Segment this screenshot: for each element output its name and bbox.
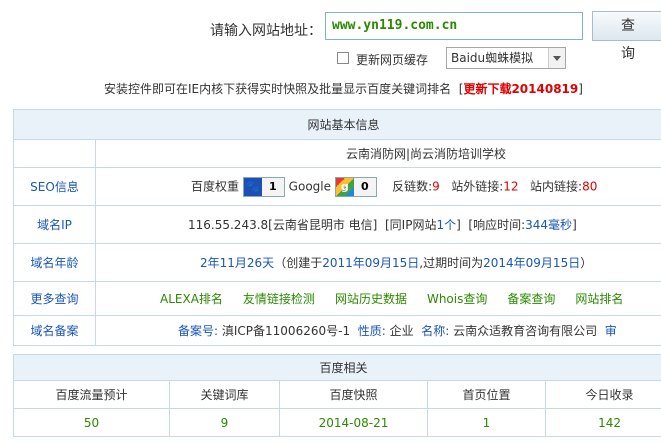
update-download-link[interactable]: 更新下载20140819 xyxy=(463,82,578,96)
baidu-weight-badge[interactable]: 🐾 1 xyxy=(242,176,285,197)
icp-number-label: 备案号: xyxy=(178,324,219,338)
more-query-label: 更多查询 xyxy=(13,281,96,316)
chevron-down-icon[interactable] xyxy=(548,48,565,68)
url-input[interactable]: www.yn119.com.cn xyxy=(325,12,583,40)
reverse-links-label: 反链数: xyxy=(392,179,433,193)
same-ip-prefix: [同IP网站 xyxy=(384,218,437,232)
col-baidu-snapshot: 百度快照 xyxy=(279,380,428,409)
icp-name-value: 云南众适教育咨询有限公司 xyxy=(453,324,598,338)
url-label: 请输入网站地址： xyxy=(210,23,322,39)
icp-number-value: 滇ICP备11006260号-1 xyxy=(221,324,351,338)
age-suffix: ） xyxy=(580,256,593,270)
google-pr-value: 0 xyxy=(361,179,369,193)
baidu-related-header: 百度相关 xyxy=(12,354,661,381)
reverse-links-value[interactable]: 9 xyxy=(432,179,440,193)
ua-selected-value: Baidu蜘蛛模拟 xyxy=(451,51,534,65)
seo-info-label: SEO信息 xyxy=(13,167,96,206)
install-notice-text: 安装控件即可在IE内核下获得实时快照及批量显示百度关键词排名 xyxy=(104,82,452,96)
domain-age-cell: 2年11月26天（创建于2011年09月15日,过期时间为2014年09月15日… xyxy=(94,243,661,282)
friend-link-check-link[interactable]: 友情链接检测 xyxy=(243,292,315,306)
icp-nature-value: 企业 xyxy=(389,324,414,338)
basic-info-header: 网站基本信息 xyxy=(12,109,661,140)
domain-icp-label: 域名备案 xyxy=(13,315,96,346)
blank-cell xyxy=(13,139,96,168)
domain-age-value: 2年11月26天 xyxy=(200,256,275,270)
created-date: 2011年09月15日 xyxy=(322,256,420,270)
more-query-cell: ALEXA排名 友情链接检测 网站历史数据 Whois查询 备案查询 网站排名 xyxy=(94,281,661,316)
refresh-cache-label: 更新网页缓存 xyxy=(356,53,429,67)
expire-prefix: ,过期时间为 xyxy=(419,256,484,270)
alexa-rank-link[interactable]: ALEXA排名 xyxy=(160,292,223,306)
response-prefix: [响应时间: xyxy=(468,218,526,232)
site-history-link[interactable]: 网站历史数据 xyxy=(335,292,407,306)
site-title: 云南消防网|尚云消防培训学校 xyxy=(346,147,507,161)
baidu-related-table: 百度相关 百度流量预计 关键词库 百度快照 首页位置 今日收录 50 9 201… xyxy=(12,354,661,437)
same-ip-count[interactable]: 1个 xyxy=(436,218,456,232)
icp-name-label: 名称: xyxy=(421,324,450,338)
icp-query-link[interactable]: 备案查询 xyxy=(507,292,555,306)
traffic-estimate-value: 50 xyxy=(13,408,170,437)
response-suffix: ] xyxy=(572,218,577,232)
outbound-links-label: 站外链接: xyxy=(451,179,504,193)
site-title-cell: 云南消防网|尚云消防培训学校 xyxy=(94,139,661,168)
baidu-weight-value: 1 xyxy=(269,179,277,193)
keyword-library-value[interactable]: 9 xyxy=(169,408,280,437)
google-icon: g xyxy=(335,177,354,196)
whois-link[interactable]: Whois查询 xyxy=(427,292,487,306)
refresh-cache-checkbox[interactable] xyxy=(337,52,349,64)
google-label: Google xyxy=(288,179,331,193)
col-traffic-estimate: 百度流量预计 xyxy=(13,380,170,409)
baidu-weight-label: 百度权重 xyxy=(191,179,240,193)
baidu-snapshot-value[interactable]: 2014-08-21 xyxy=(279,408,428,437)
basic-info-table: 网站基本信息 云南消防网|尚云消防培训学校 SEO信息 百度权重 🐾 1 Goog… xyxy=(12,109,661,346)
outbound-links-value[interactable]: 12 xyxy=(503,179,518,193)
today-indexed-value[interactable]: 142 xyxy=(544,408,661,437)
col-home-position: 首页位置 xyxy=(427,380,546,409)
ua-select[interactable]: Baidu蜘蛛模拟 xyxy=(446,47,566,69)
google-pr-badge[interactable]: g0 xyxy=(334,176,377,197)
icp-trail-text: 审 xyxy=(604,324,617,338)
ip-text: 116.55.243.8[云南省昆明市 电信] xyxy=(188,218,378,232)
icp-nature-label: 性质: xyxy=(357,324,386,338)
created-prefix: （创建于 xyxy=(274,256,323,270)
site-rank-link[interactable]: 网站排名 xyxy=(575,292,623,306)
home-position-value: 1 xyxy=(427,408,546,437)
domain-ip-cell: 116.55.243.8[云南省昆明市 电信] [同IP网站1个] [响应时间:… xyxy=(94,205,661,244)
domain-age-label: 域名年龄 xyxy=(13,243,96,282)
paw-icon: 🐾 xyxy=(243,177,262,196)
domain-icp-cell: 备案号: 滇ICP备11006260号-1 性质: 企业 名称: 云南众适教育咨… xyxy=(94,315,661,346)
domain-ip-label: 域名IP xyxy=(13,205,96,244)
inbound-links-label: 站内链接: xyxy=(530,179,583,193)
inbound-links-value[interactable]: 80 xyxy=(582,179,597,193)
query-button[interactable]: 查 询 xyxy=(592,11,661,62)
response-value: 344毫秒 xyxy=(525,218,573,232)
col-keyword-library: 关键词库 xyxy=(169,380,280,409)
expire-date: 2014年09月15日 xyxy=(483,256,581,270)
col-today-indexed: 今日收录 xyxy=(544,380,661,409)
same-ip-suffix: ] xyxy=(456,218,461,232)
seo-info-cell: 百度权重 🐾 1 Google g0 反链数:9 站外链接:12 站内链接:80 xyxy=(94,167,661,206)
bracket-close: ] xyxy=(578,82,583,96)
install-notice: 安装控件即可在IE内核下获得实时快照及批量显示百度关键词排名 [更新下载2014… xyxy=(104,80,583,97)
